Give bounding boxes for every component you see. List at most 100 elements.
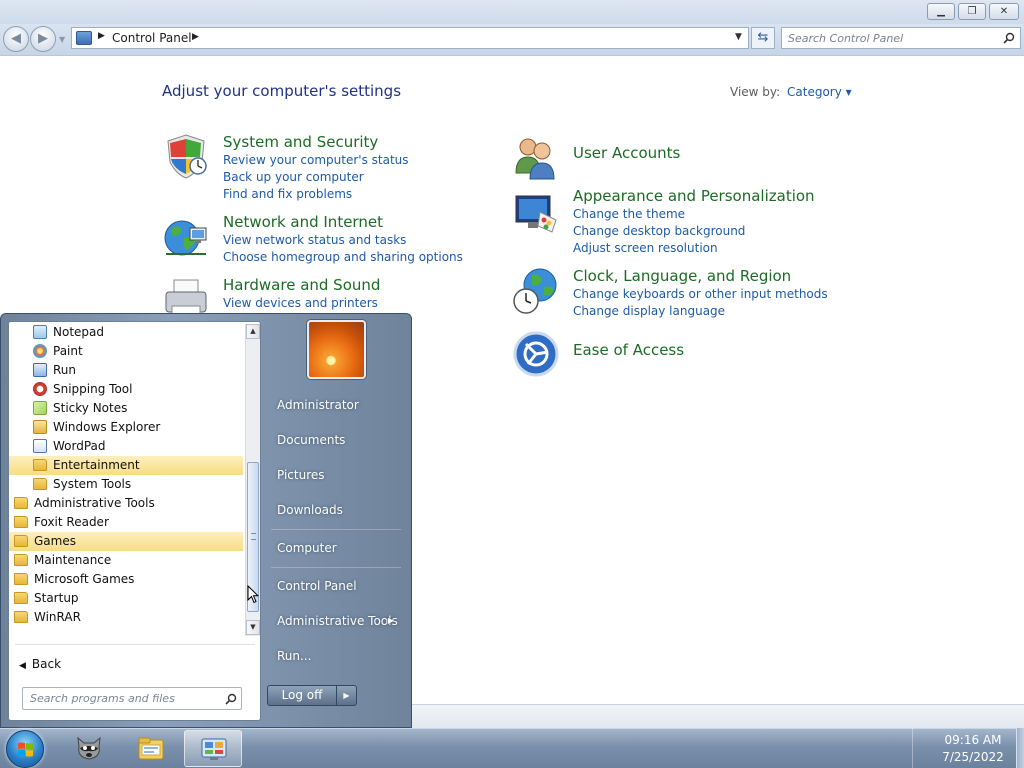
address-bar[interactable]: ▶ Control Panel ▶ ▼ — [71, 27, 749, 49]
category-system-security[interactable]: System and Security — [223, 133, 378, 151]
scroll-down-button[interactable]: ▼ — [246, 620, 260, 635]
ease-of-access-icon[interactable] — [512, 330, 560, 378]
folder-icon — [14, 554, 28, 566]
folder-icon — [14, 573, 28, 585]
maximize-button[interactable]: ❐ — [958, 3, 986, 20]
search-icon[interactable] — [225, 693, 237, 705]
program-folder-system-tools[interactable]: System Tools — [9, 475, 243, 494]
program-notepad[interactable]: Notepad — [9, 323, 243, 342]
program-windows-explorer[interactable]: Windows Explorer — [9, 418, 243, 437]
program-folder-winrar[interactable]: WinRAR — [9, 608, 243, 627]
recent-pages-dropdown[interactable]: ▼ — [59, 35, 65, 44]
program-label: Microsoft Games — [34, 572, 135, 586]
start-item-documents[interactable]: Documents — [269, 426, 404, 454]
view-by-label: View by: — [730, 85, 781, 99]
network-globe-icon[interactable] — [162, 214, 210, 262]
start-item-pictures[interactable]: Pictures — [269, 461, 404, 489]
view-by-dropdown[interactable]: Category ▾ — [787, 85, 852, 99]
start-item-label: Administrative Tools — [277, 614, 398, 628]
refresh-icon: ⇆ — [757, 30, 769, 45]
taskbar-raccoon-app[interactable] — [60, 730, 118, 767]
address-toolbar: ◀ ▶ ▼ ▶ Control Panel ▶ ▼ ⇆ — [0, 24, 1024, 56]
minimize-button[interactable]: ▁ — [927, 3, 955, 20]
link-back-up[interactable]: Back up your computer — [223, 170, 364, 184]
back-button[interactable]: ◀ Back — [19, 657, 61, 671]
program-paint[interactable]: Paint — [9, 342, 243, 361]
link-network-status[interactable]: View network status and tasks — [223, 233, 406, 247]
program-folder-foxit-reader[interactable]: Foxit Reader — [9, 513, 243, 532]
start-item-computer[interactable]: Computer — [269, 534, 404, 562]
back-button[interactable]: ◀ — [3, 26, 29, 52]
folder-icon — [14, 611, 28, 623]
category-hardware-sound[interactable]: Hardware and Sound — [223, 276, 380, 294]
run-icon — [33, 363, 47, 377]
start-item-control-panel[interactable]: Control Panel — [269, 572, 404, 600]
start-button[interactable] — [6, 730, 44, 768]
start-search-box[interactable] — [22, 687, 242, 710]
taskbar-clock-time[interactable]: 09:16 AM — [930, 733, 1016, 747]
refresh-button[interactable]: ⇆ — [751, 27, 775, 49]
start-search-input[interactable] — [30, 691, 215, 706]
link-display-language[interactable]: Change display language — [573, 304, 725, 318]
breadcrumb-control-panel[interactable]: Control Panel — [112, 31, 192, 45]
program-folder-entertainment[interactable]: Entertainment — [9, 456, 243, 475]
start-item-run[interactable]: Run... — [269, 642, 404, 670]
program-sticky-notes[interactable]: Sticky Notes — [9, 399, 243, 418]
shutdown-options-button[interactable]: ▶ — [337, 685, 357, 706]
category-ease-of-access[interactable]: Ease of Access — [573, 341, 684, 359]
program-label: System Tools — [53, 477, 132, 491]
clock-globe-icon[interactable] — [512, 267, 560, 315]
program-folder-maintenance[interactable]: Maintenance — [9, 551, 243, 570]
program-wordpad[interactable]: WordPad — [9, 437, 243, 456]
program-folder-games[interactable]: Games — [9, 532, 243, 551]
search-input[interactable] — [788, 30, 998, 46]
wordpad-icon — [33, 439, 47, 453]
divider — [912, 728, 913, 768]
address-dropdown-icon[interactable]: ▼ — [735, 32, 742, 42]
program-label: WordPad — [53, 439, 106, 453]
start-item-administrator[interactable]: Administrator — [269, 391, 404, 419]
link-desktop-background[interactable]: Change desktop background — [573, 224, 745, 238]
close-button[interactable]: ✕ — [989, 3, 1019, 20]
taskbar-clock-date[interactable]: 7/25/2022 — [930, 750, 1016, 764]
all-programs-list: Notepad Paint Run Snipping Tool Sticky N… — [9, 322, 243, 632]
program-folder-microsoft-games[interactable]: Microsoft Games — [9, 570, 243, 589]
link-keyboards[interactable]: Change keyboards or other input methods — [573, 287, 828, 301]
category-appearance[interactable]: Appearance and Personalization — [573, 187, 815, 205]
program-label: WinRAR — [34, 610, 81, 624]
category-user-accounts[interactable]: User Accounts — [573, 144, 680, 162]
breadcrumb-chevron-icon[interactable]: ▶ — [192, 32, 199, 42]
search-box[interactable] — [781, 27, 1021, 49]
forward-button[interactable]: ▶ — [30, 26, 56, 52]
folder-icon — [14, 592, 28, 604]
link-screen-resolution[interactable]: Adjust screen resolution — [573, 241, 718, 255]
show-desktop-button[interactable] — [1016, 728, 1024, 768]
breadcrumb-chevron-icon[interactable]: ▶ — [98, 31, 105, 41]
category-network-internet[interactable]: Network and Internet — [223, 213, 383, 231]
start-menu-programs-pane: Notepad Paint Run Snipping Tool Sticky N… — [8, 321, 261, 721]
program-folder-administrative-tools[interactable]: Administrative Tools — [9, 494, 243, 513]
link-devices-printers[interactable]: View devices and printers — [223, 296, 378, 310]
link-change-theme[interactable]: Change the theme — [573, 207, 685, 221]
link-homegroup[interactable]: Choose homegroup and sharing options — [223, 250, 463, 264]
taskbar-control-panel[interactable] — [184, 730, 242, 767]
security-shield-icon[interactable] — [162, 132, 210, 180]
windows-explorer-icon — [138, 737, 164, 760]
category-clock-region[interactable]: Clock, Language, and Region — [573, 267, 791, 285]
taskbar-windows-explorer[interactable] — [122, 730, 180, 767]
program-snipping-tool[interactable]: Snipping Tool — [9, 380, 243, 399]
program-folder-startup[interactable]: Startup — [9, 589, 243, 608]
search-icon[interactable] — [1003, 32, 1015, 44]
page-title: Adjust your computer's settings — [162, 82, 402, 100]
user-accounts-icon[interactable] — [512, 133, 560, 181]
user-avatar[interactable] — [307, 320, 366, 379]
log-off-button[interactable]: Log off — [267, 685, 337, 706]
link-find-fix[interactable]: Find and fix problems — [223, 187, 352, 201]
start-item-administrative-tools[interactable]: Administrative Tools ▶ — [269, 607, 404, 635]
appearance-monitor-icon[interactable] — [512, 190, 560, 238]
window-titlebar: ▁ ❐ ✕ — [0, 0, 1024, 24]
link-review-status[interactable]: Review your computer's status — [223, 153, 409, 167]
scroll-up-button[interactable]: ▲ — [246, 324, 260, 339]
program-run[interactable]: Run — [9, 361, 243, 380]
start-item-downloads[interactable]: Downloads — [269, 496, 404, 524]
